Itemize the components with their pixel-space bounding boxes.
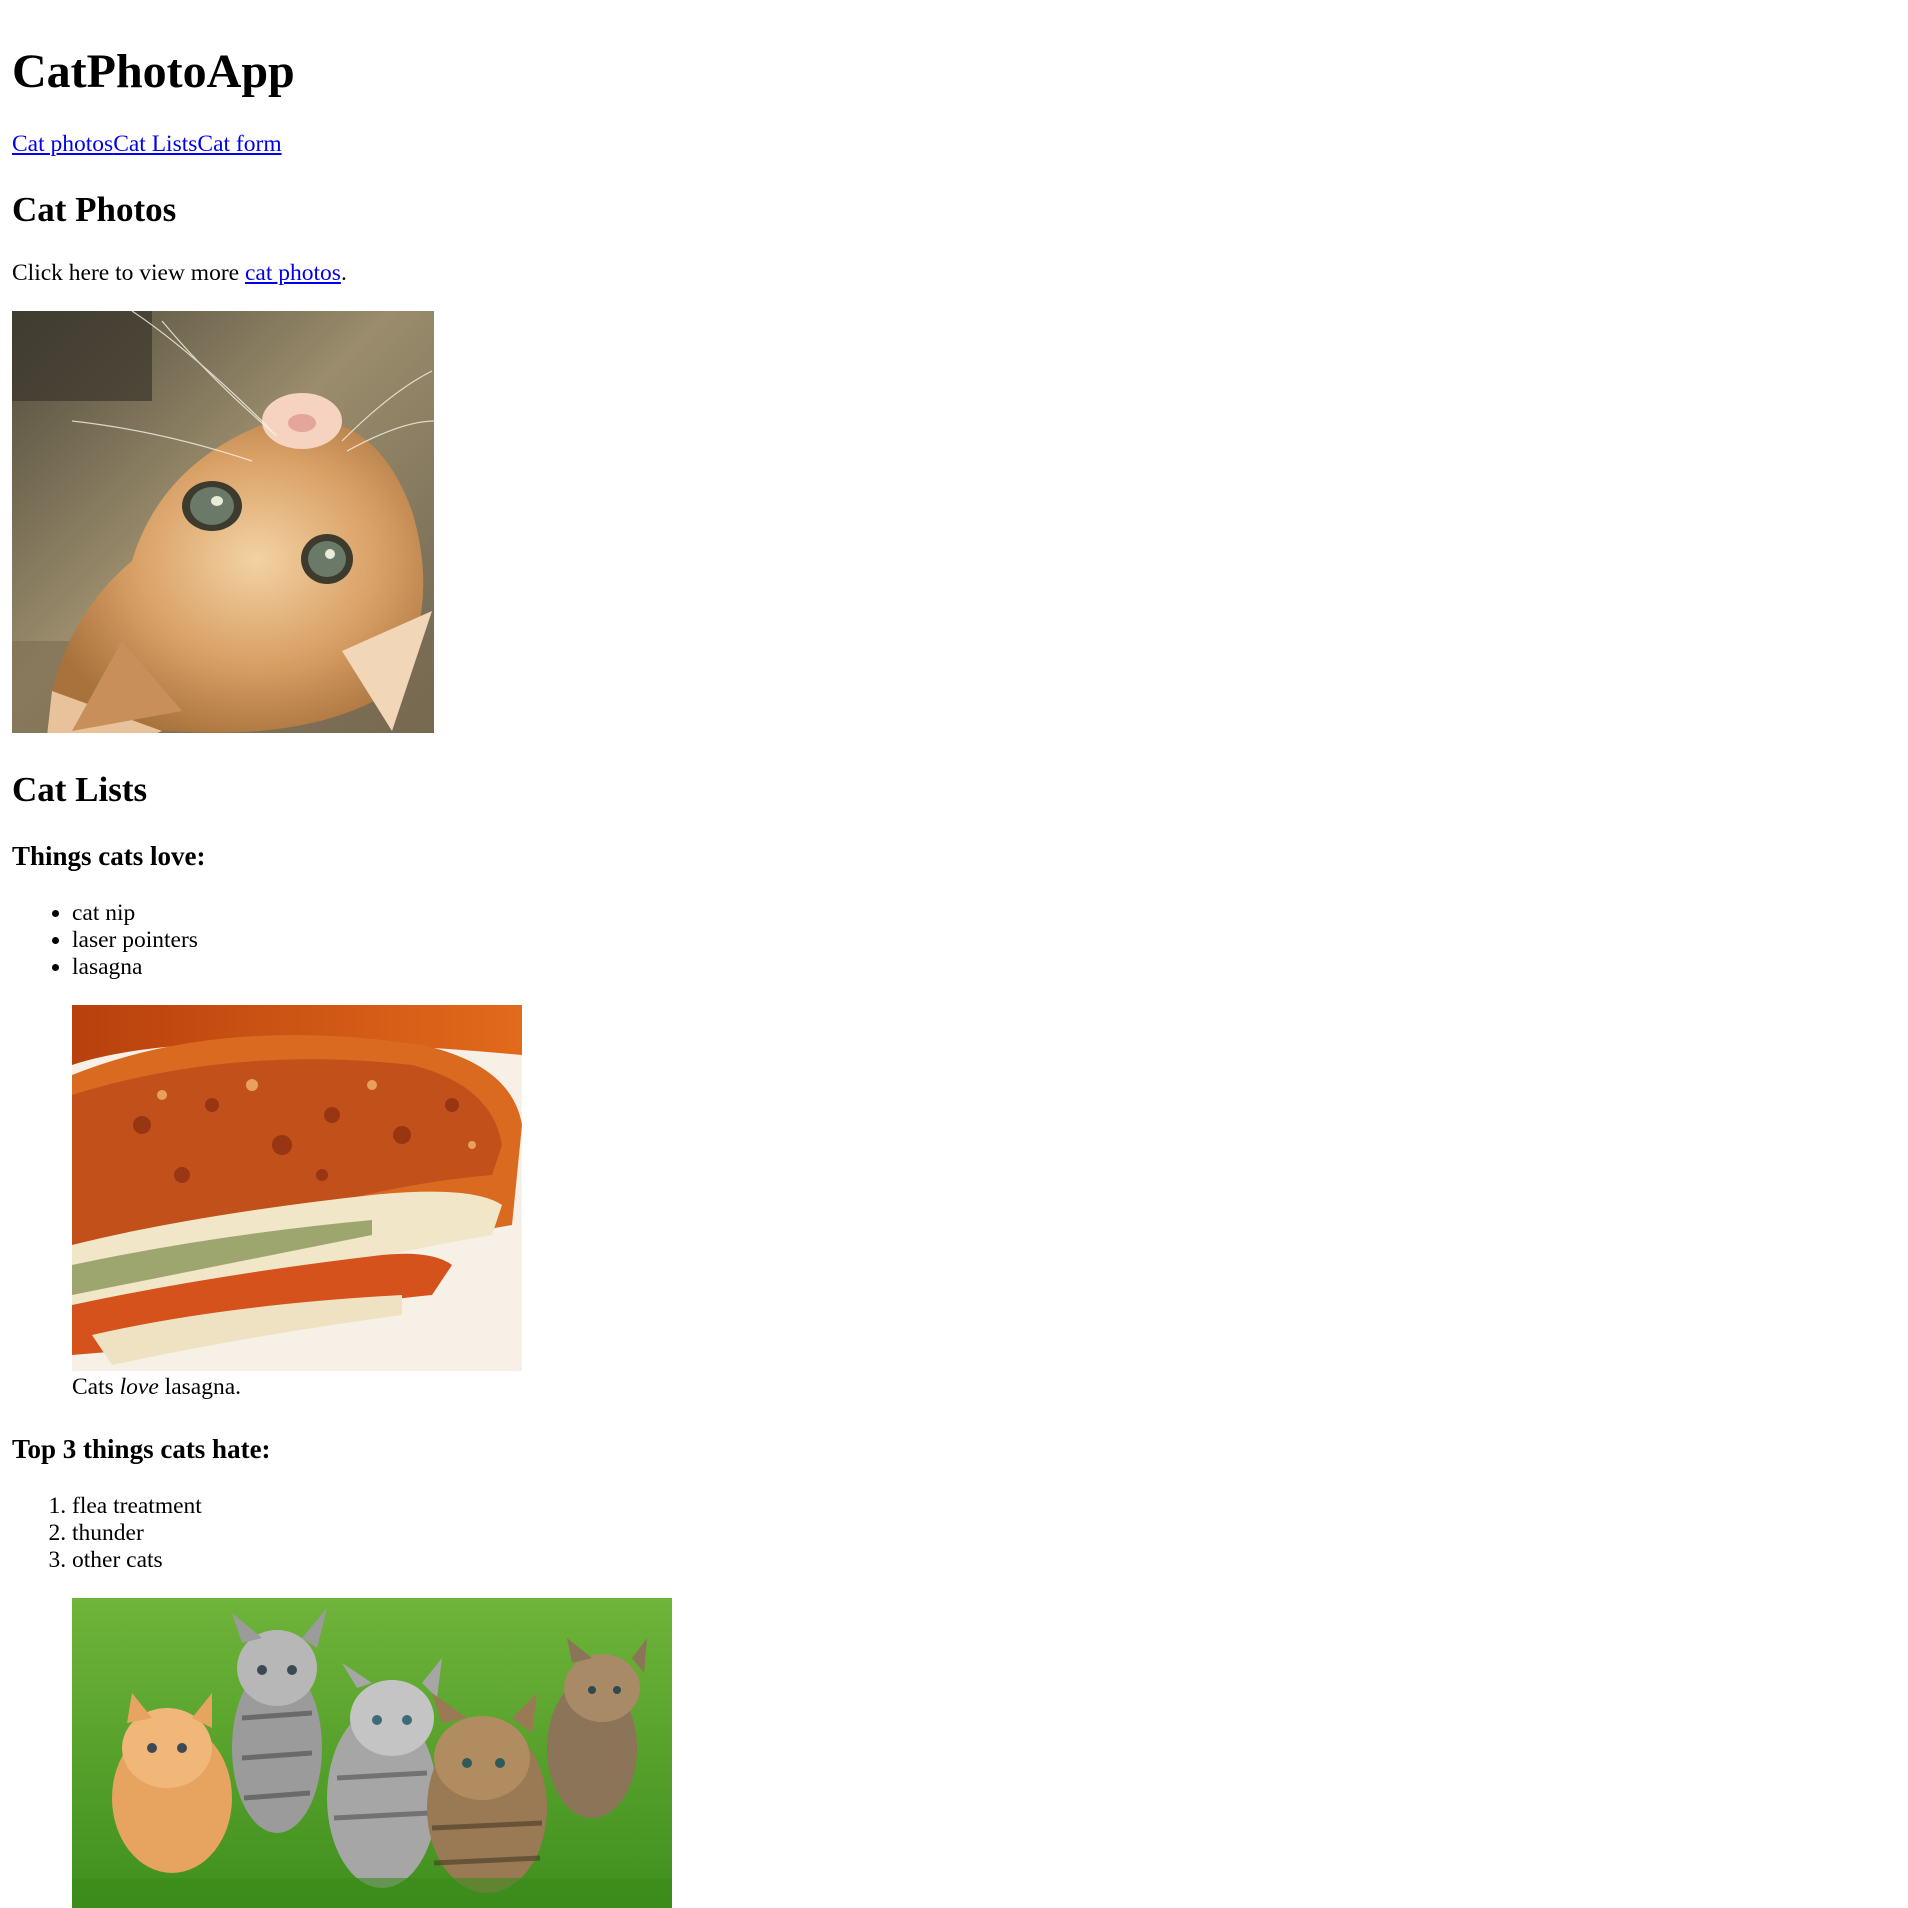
cat-photo-image[interactable]	[12, 311, 434, 733]
kittens-image[interactable]	[72, 1598, 672, 1908]
nav-link-cat-photos[interactable]: Cat photos	[12, 131, 113, 157]
cat-photo-graphic	[12, 311, 434, 733]
lasagna-graphic	[72, 1005, 522, 1371]
lasagna-caption: Cats love lasagna.	[72, 1373, 522, 1401]
more-cat-photos-link[interactable]: cat photos	[245, 260, 341, 286]
cat-lists-heading: Cat Lists	[12, 770, 148, 809]
lasagna-figure: Cats love lasagna.	[72, 1005, 522, 1401]
list-item: other cats	[72, 1547, 202, 1574]
list-item: cat nip	[72, 900, 198, 927]
list-item: thunder	[72, 1520, 202, 1547]
cat-photos-heading: Cat Photos	[12, 190, 177, 229]
app-title: CatPhotoApp	[12, 45, 295, 98]
cat-photos-intro: Click here to view more cat photos.	[12, 259, 347, 287]
things-cats-love-list: cat nip laser pointers lasagna	[48, 900, 198, 981]
intro-suffix-text: .	[340, 260, 347, 286]
intro-prefix-text: Click here to view more	[12, 260, 245, 286]
nav-link-cat-lists[interactable]: Cat Lists	[113, 131, 197, 157]
things-cats-love-heading: Things cats love:	[12, 841, 206, 871]
caption-emphasis-text: love	[119, 1374, 159, 1400]
list-item: flea treatment	[72, 1493, 202, 1520]
things-cats-hate-heading: Top 3 things cats hate:	[12, 1434, 271, 1464]
list-item: laser pointers	[72, 927, 198, 954]
nav-link-cat-form[interactable]: Cat form	[197, 131, 281, 157]
lasagna-image[interactable]	[72, 1005, 522, 1371]
caption-prefix-text: Cats	[72, 1374, 120, 1400]
list-item: lasagna	[72, 954, 198, 981]
kittens-graphic	[72, 1598, 672, 1908]
caption-suffix-text: lasagna.	[158, 1374, 242, 1400]
page: CatPhotoApp Cat photosCat ListsCat form …	[0, 0, 1908, 1908]
things-cats-hate-list: flea treatment thunder other cats	[48, 1493, 202, 1574]
main-nav: Cat photosCat ListsCat form	[12, 128, 282, 160]
